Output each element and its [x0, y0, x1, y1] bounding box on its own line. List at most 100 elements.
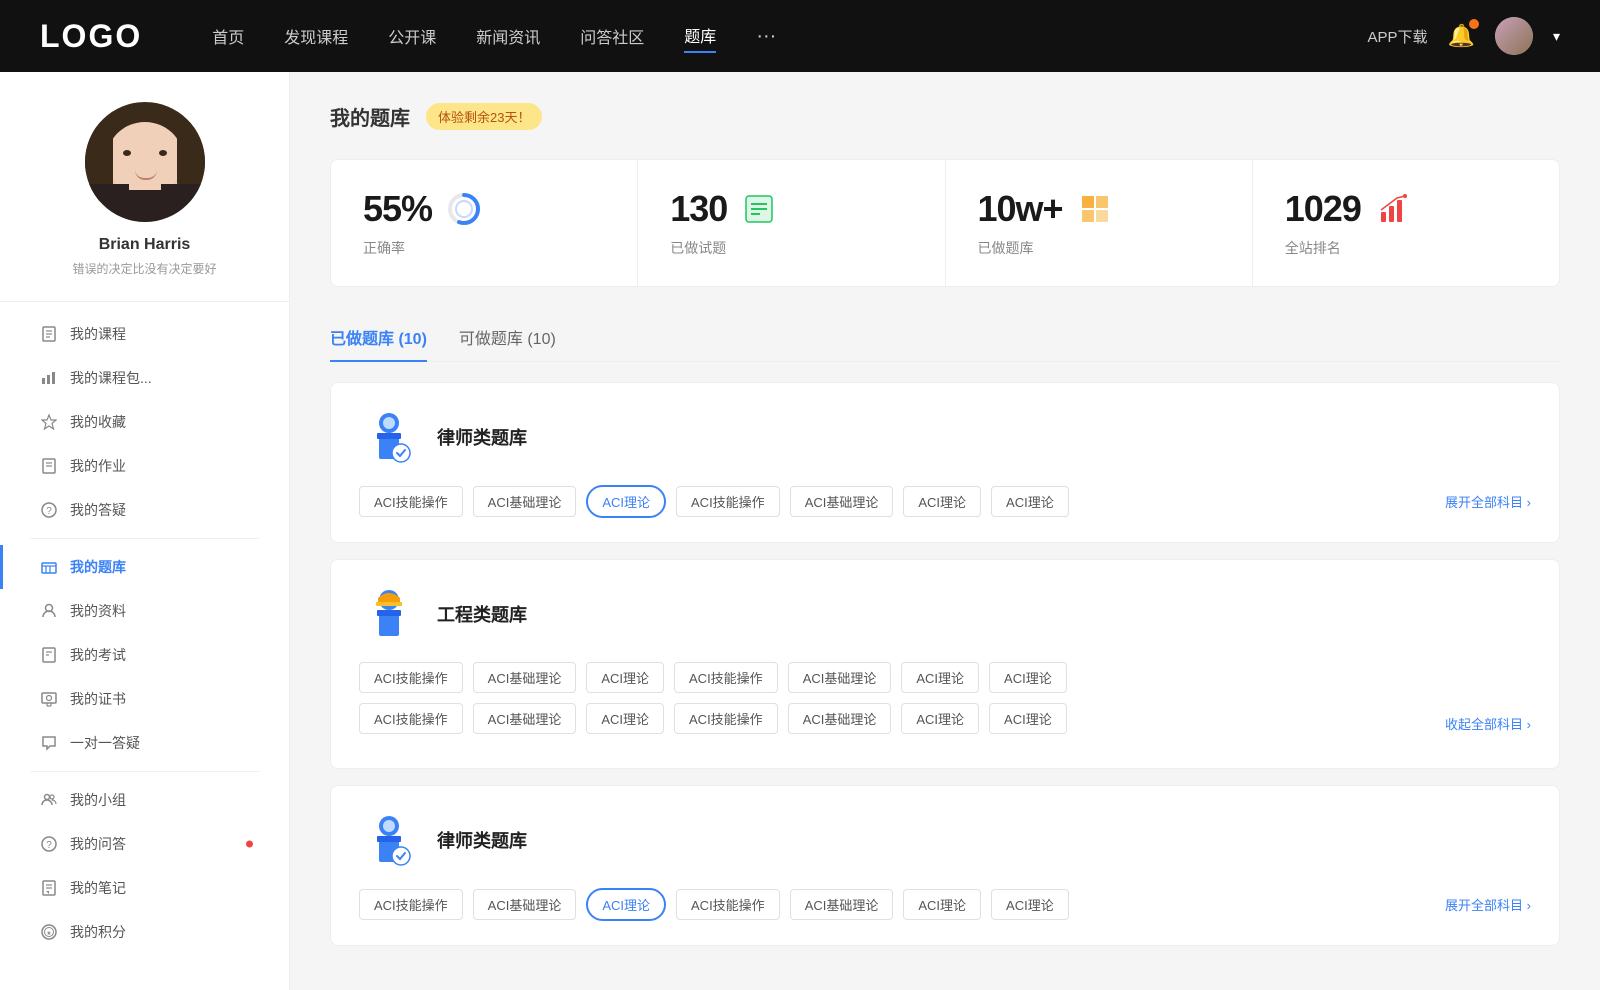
tag-5[interactable]: ACI理论 — [903, 486, 981, 517]
l2-tag-6[interactable]: ACI理论 — [991, 889, 1069, 920]
cert-icon — [40, 690, 58, 708]
sidebar-item-ask[interactable]: ? 我的答疑 — [0, 488, 289, 532]
user-icon — [40, 602, 58, 620]
app-download-button[interactable]: APP下载 — [1368, 26, 1428, 47]
qa-badge-dot — [246, 841, 253, 848]
eng-tag-r2-6[interactable]: ACI理论 — [989, 703, 1067, 734]
eng-tag-r1-4[interactable]: ACI基础理论 — [788, 662, 892, 693]
qbank-name-lawyer-1: 律师类题库 — [437, 424, 527, 450]
paper-icon — [40, 646, 58, 664]
star-icon — [40, 413, 58, 431]
sidebar-item-points[interactable]: ★ 我的积分 — [0, 910, 289, 954]
sidebar-item-exam[interactable]: 我的考试 — [0, 633, 289, 677]
sidebar-item-qbank[interactable]: 我的题库 — [0, 545, 289, 589]
notification-bell[interactable]: 🔔 — [1448, 23, 1475, 49]
sidebar-item-course[interactable]: 我的课程 — [0, 312, 289, 356]
avatar[interactable] — [1495, 17, 1533, 55]
logo[interactable]: LOGO — [40, 18, 142, 55]
engineer-icon — [359, 584, 419, 644]
sidebar-label-myqa: 我的问答 — [70, 834, 126, 854]
expand-link-lawyer-2[interactable]: 展开全部科目 › — [1445, 895, 1531, 914]
svg-text:?: ? — [46, 506, 52, 517]
tags-row-lawyer-1: ACI技能操作 ACI基础理论 ACI理论 ACI技能操作 ACI基础理论 AC… — [359, 485, 1069, 518]
sidebar-item-favorites[interactable]: 我的收藏 — [0, 400, 289, 444]
sidebar-label-1on1: 一对一答疑 — [70, 733, 140, 753]
eng-tag-r2-3[interactable]: ACI技能操作 — [674, 703, 778, 734]
bar-icon — [1375, 191, 1411, 227]
eng-tag-r2-1[interactable]: ACI基础理论 — [473, 703, 577, 734]
qbank-card-lawyer-1: 律师类题库 ACI技能操作 ACI基础理论 ACI理论 ACI技能操作 ACI基… — [330, 382, 1560, 543]
qbank-card-engineer: 工程类题库 ACI技能操作 ACI基础理论 ACI理论 ACI技能操作 ACI基… — [330, 559, 1560, 769]
tab-done[interactable]: 已做题库 (10) — [330, 315, 427, 361]
lawyer-icon-2 — [359, 810, 419, 870]
sidebar-label-notes: 我的笔记 — [70, 878, 126, 898]
sidebar-label-package: 我的课程包... — [70, 368, 152, 388]
profile-motto: 错误的决定比没有决定要好 — [72, 260, 216, 277]
nav-discover[interactable]: 发现课程 — [284, 20, 348, 52]
account-chevron-icon[interactable]: ▾ — [1553, 28, 1560, 45]
sidebar-item-profile[interactable]: 我的资料 — [0, 589, 289, 633]
sidebar-item-1on1[interactable]: 一对一答疑 — [0, 721, 289, 765]
collapse-link-engineer[interactable]: 收起全部科目 › — [1445, 714, 1531, 733]
tags-row-engineer-2: ACI技能操作 ACI基础理论 ACI理论 ACI技能操作 ACI基础理论 AC… — [359, 703, 1435, 734]
expand-link-lawyer-1[interactable]: 展开全部科目 › — [1445, 492, 1531, 511]
eng-tag-r2-2[interactable]: ACI理论 — [586, 703, 664, 734]
stat-accuracy-label: 正确率 — [363, 238, 605, 258]
eng-tag-r1-1[interactable]: ACI基础理论 — [473, 662, 577, 693]
stat-accuracy-value: 55% — [363, 188, 432, 230]
l2-tag-2-active[interactable]: ACI理论 — [586, 888, 666, 921]
stats-grid: 55% 正确率 130 — [330, 159, 1560, 287]
tab-available[interactable]: 可做题库 (10) — [459, 315, 556, 361]
page-header: 我的题库 体验剩余23天！ — [330, 102, 1560, 131]
stat-done-questions: 130 已做试题 — [638, 160, 945, 286]
tag-1[interactable]: ACI基础理论 — [473, 486, 577, 517]
main-layout: Brian Harris 错误的决定比没有决定要好 我的课程 我的课程包... — [0, 72, 1600, 990]
eng-tag-r2-5[interactable]: ACI理论 — [901, 703, 979, 734]
qbank-name-engineer: 工程类题库 — [437, 601, 527, 627]
eng-tag-r2-0[interactable]: ACI技能操作 — [359, 703, 463, 734]
sidebar-item-group[interactable]: 我的小组 — [0, 778, 289, 822]
sidebar-item-homework[interactable]: 我的作业 — [0, 444, 289, 488]
tag-0[interactable]: ACI技能操作 — [359, 486, 463, 517]
tag-4[interactable]: ACI基础理论 — [790, 486, 894, 517]
sidebar-profile: Brian Harris 错误的决定比没有决定要好 — [0, 102, 289, 302]
grid-icon — [1077, 191, 1113, 227]
sidebar-label-exam: 我的考试 — [70, 645, 126, 665]
nav-opencourse[interactable]: 公开课 — [388, 20, 436, 52]
qbank-list: 律师类题库 ACI技能操作 ACI基础理论 ACI理论 ACI技能操作 ACI基… — [330, 382, 1560, 946]
eng-tag-r1-3[interactable]: ACI技能操作 — [674, 662, 778, 693]
l2-tag-5[interactable]: ACI理论 — [903, 889, 981, 920]
sidebar-item-myqa[interactable]: ? 我的问答 — [0, 822, 289, 866]
stat-done-questions-value: 130 — [670, 188, 727, 230]
note-icon — [40, 879, 58, 897]
sidebar-label-group: 我的小组 — [70, 790, 126, 810]
l2-tag-1[interactable]: ACI基础理论 — [473, 889, 577, 920]
tag-2-active[interactable]: ACI理论 — [586, 485, 666, 518]
l2-tag-0[interactable]: ACI技能操作 — [359, 889, 463, 920]
tags-row-lawyer-2: ACI技能操作 ACI基础理论 ACI理论 ACI技能操作 ACI基础理论 AC… — [359, 888, 1069, 921]
eng-tag-r2-4[interactable]: ACI基础理论 — [788, 703, 892, 734]
l2-tag-3[interactable]: ACI技能操作 — [676, 889, 780, 920]
tag-6[interactable]: ACI理论 — [991, 486, 1069, 517]
top-nav: LOGO 首页 发现课程 公开课 新闻资讯 问答社区 题库 ··· APP下载 … — [0, 0, 1600, 72]
eng-tag-r1-2[interactable]: ACI理论 — [586, 662, 664, 693]
group-icon — [40, 791, 58, 809]
coin-icon: ★ — [40, 923, 58, 941]
profile-avatar[interactable] — [85, 102, 205, 222]
nav-more[interactable]: ··· — [756, 21, 776, 52]
eng-tag-r1-0[interactable]: ACI技能操作 — [359, 662, 463, 693]
nav-qa[interactable]: 问答社区 — [580, 20, 644, 52]
sidebar-item-package[interactable]: 我的课程包... — [0, 356, 289, 400]
stat-rank-label: 全站排名 — [1285, 238, 1527, 258]
eng-tag-r1-6[interactable]: ACI理论 — [989, 662, 1067, 693]
sidebar-item-cert[interactable]: 我的证书 — [0, 677, 289, 721]
nav-home[interactable]: 首页 — [212, 20, 244, 52]
qbank-card-lawyer-2: 律师类题库 ACI技能操作 ACI基础理论 ACI理论 ACI技能操作 ACI基… — [330, 785, 1560, 946]
l2-tag-4[interactable]: ACI基础理论 — [790, 889, 894, 920]
eng-tag-r1-5[interactable]: ACI理论 — [901, 662, 979, 693]
sidebar-item-notes[interactable]: 我的笔记 — [0, 866, 289, 910]
nav-news[interactable]: 新闻资讯 — [476, 20, 540, 52]
tag-3[interactable]: ACI技能操作 — [676, 486, 780, 517]
svg-text:?: ? — [46, 840, 52, 851]
nav-qbank[interactable]: 题库 — [684, 19, 716, 53]
